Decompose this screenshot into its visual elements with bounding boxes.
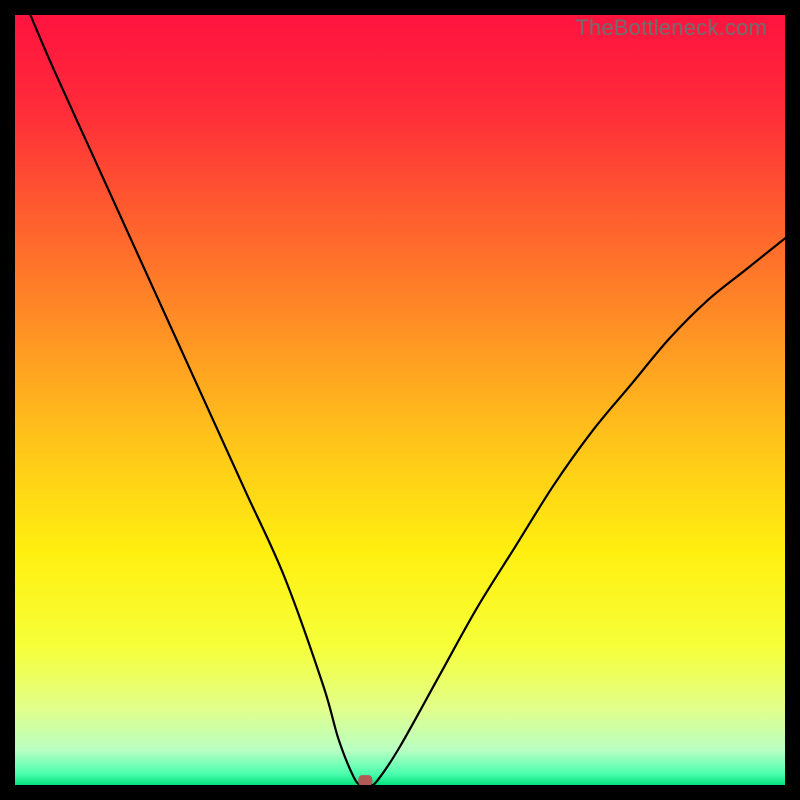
gradient-background xyxy=(15,15,785,785)
chart-frame: TheBottleneck.com xyxy=(15,15,785,785)
watermark-text: TheBottleneck.com xyxy=(575,15,767,41)
bottleneck-chart xyxy=(15,15,785,785)
optimal-point-marker xyxy=(358,775,372,785)
